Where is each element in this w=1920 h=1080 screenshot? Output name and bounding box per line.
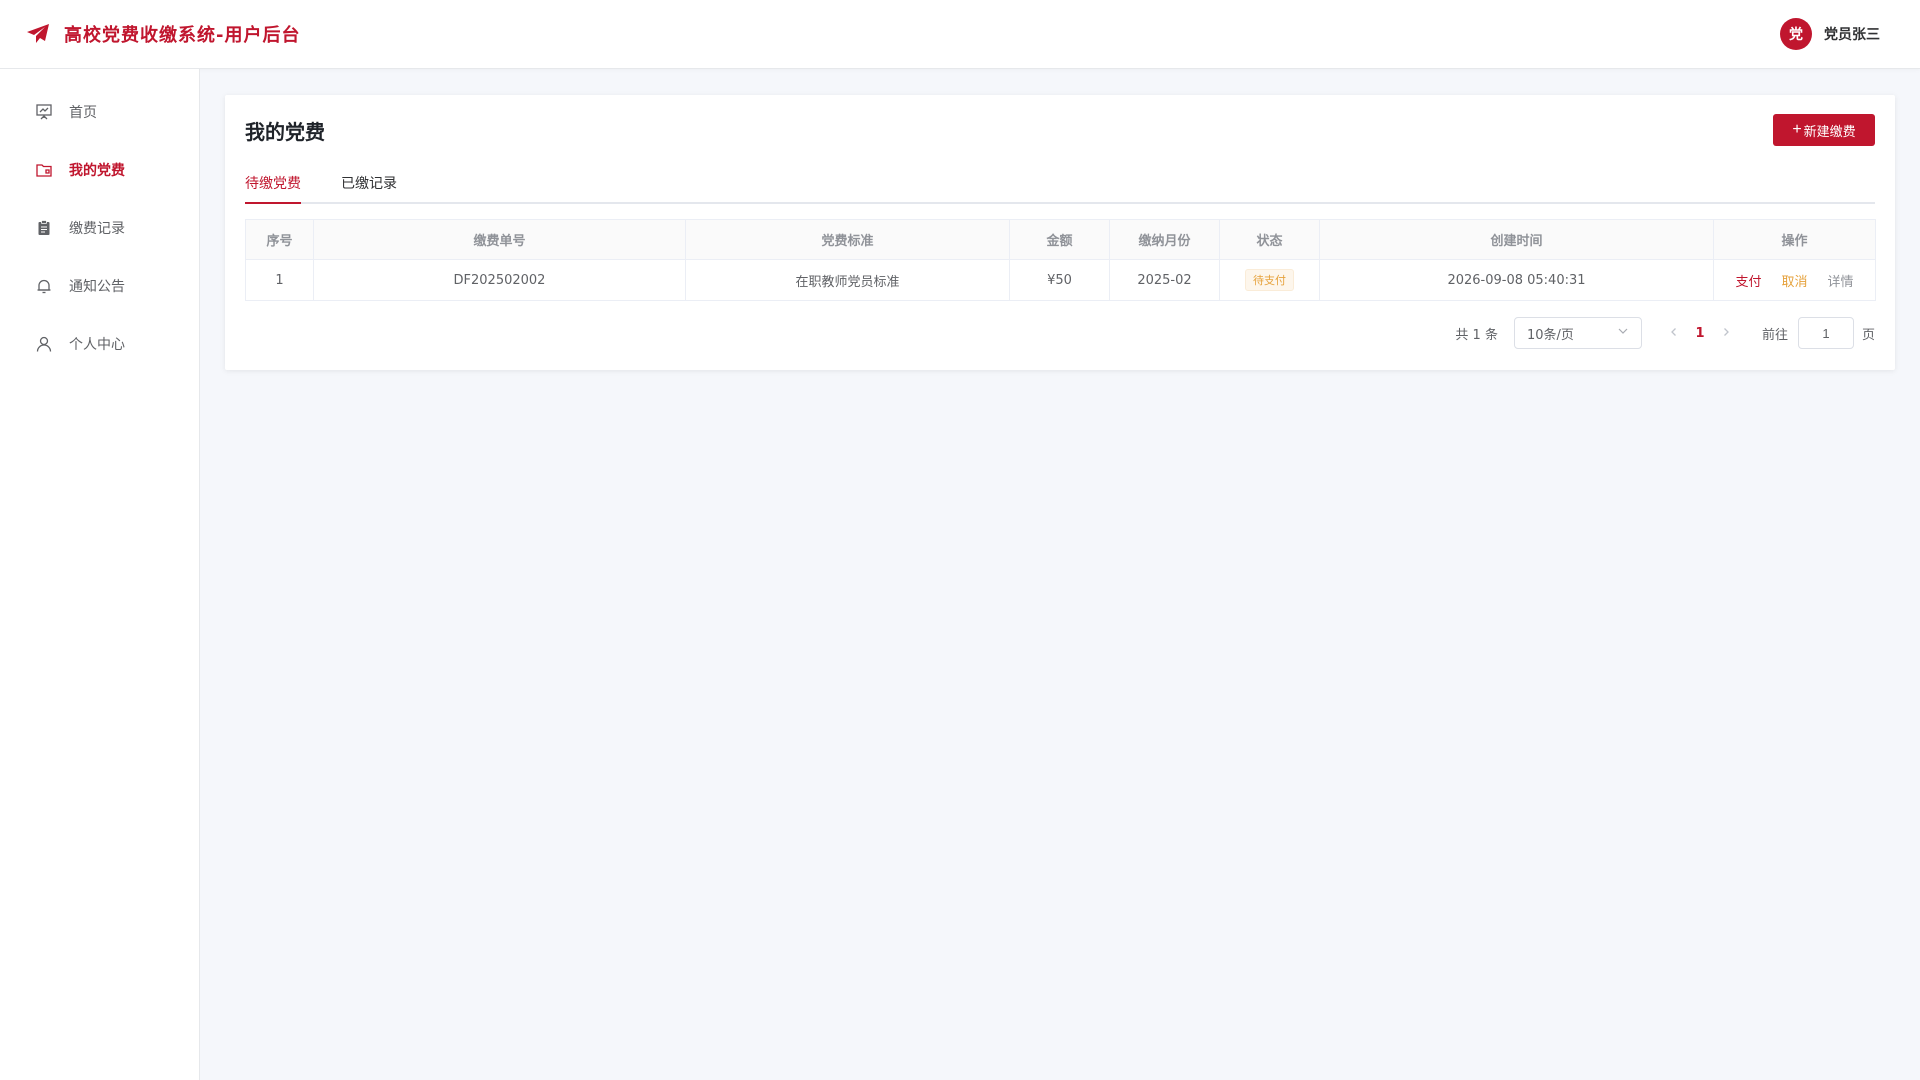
sidebar-item-notices[interactable]: 通知公告	[0, 257, 199, 315]
page-size-value: 10条/页	[1526, 327, 1574, 343]
pay-link[interactable]: 支付	[1735, 275, 1761, 290]
sidebar: 首页 我的党费 缴费记录 通知公告 个人中心	[0, 69, 200, 1080]
folder-icon	[35, 161, 53, 179]
goto-unit: 页	[1861, 327, 1875, 343]
goto-page-input[interactable]	[1797, 317, 1854, 349]
app-title: 高校党费收缴系统-用户后台	[64, 25, 301, 46]
cell-created: 2026-09-08 05:40:31	[1319, 259, 1714, 301]
sidebar-item-home[interactable]: 首页	[0, 83, 199, 141]
clipboard-icon	[35, 219, 53, 237]
page-number-current[interactable]: 1	[1684, 326, 1716, 341]
column-header-month: 缴纳月份	[1109, 219, 1220, 260]
tab-pending-fees[interactable]: 待缴党费	[245, 173, 301, 204]
detail-link[interactable]: 详情	[1828, 275, 1854, 290]
tab-paid-records[interactable]: 已缴记录	[341, 173, 397, 202]
paper-plane-icon	[26, 22, 50, 46]
card-header: 我的党费 + 新建缴费	[245, 95, 1875, 165]
brand: 高校党费收缴系统-用户后台	[26, 21, 300, 47]
page-size-select[interactable]: 10条/页	[1513, 317, 1642, 349]
pagination: 共 1 条 10条/页 1 前往 页	[1455, 317, 1875, 349]
sidebar-item-label: 缴费记录	[69, 221, 125, 237]
cell-actions: 支付 取消 详情	[1713, 259, 1876, 301]
cancel-link[interactable]: 取消	[1781, 275, 1807, 290]
sidebar-item-profile[interactable]: 个人中心	[0, 315, 199, 373]
column-header-index: 序号	[245, 219, 314, 260]
cell-status: 待支付	[1219, 259, 1320, 301]
sidebar-item-label: 我的党费	[69, 163, 125, 179]
column-header-actions: 操作	[1713, 219, 1876, 260]
prev-page-button[interactable]	[1664, 325, 1684, 341]
cell-order-no: DF202502002	[313, 259, 686, 301]
new-payment-button[interactable]: + 新建缴费	[1773, 114, 1875, 146]
column-header-status: 状态	[1219, 219, 1320, 260]
sidebar-item-payment-records[interactable]: 缴费记录	[0, 199, 199, 257]
presentation-board-icon	[35, 103, 53, 121]
table-header-row: 序号 缴费单号 党费标准 金额 缴纳月份 状态 创建时间 操作	[245, 219, 1876, 260]
column-header-order-no: 缴费单号	[313, 219, 686, 260]
page-title: 我的党费	[245, 119, 325, 144]
cell-month: 2025-02	[1109, 259, 1220, 301]
sidebar-item-label: 个人中心	[69, 337, 125, 353]
column-header-created: 创建时间	[1319, 219, 1714, 260]
sidebar-item-label: 首页	[69, 105, 97, 121]
new-payment-label: 新建缴费	[1803, 123, 1856, 139]
total-count: 共 1 条	[1455, 327, 1498, 343]
sidebar-item-label: 通知公告	[69, 279, 125, 295]
cell-amount: ¥50	[1009, 259, 1110, 301]
fees-card: 我的党费 + 新建缴费 待缴党费 已缴记录 序号 缴费单号 党费标准 金额 缴纳…	[225, 95, 1895, 370]
plus-icon: +	[1792, 120, 1802, 138]
username[interactable]: 党员张三	[1824, 24, 1880, 44]
next-page-button[interactable]	[1716, 325, 1736, 341]
top-header: 高校党费收缴系统-用户后台 党 党员张三	[0, 0, 1920, 69]
cell-standard: 在职教师党员标准	[685, 259, 1010, 301]
fees-table: 序号 缴费单号 党费标准 金额 缴纳月份 状态 创建时间 操作 1 DF2025…	[245, 219, 1876, 301]
status-badge: 待支付	[1245, 269, 1294, 291]
column-header-amount: 金额	[1009, 219, 1110, 260]
bell-icon	[35, 277, 53, 295]
cell-index: 1	[245, 259, 314, 301]
table-row: 1 DF202502002 在职教师党员标准 ¥50 2025-02 待支付 2…	[245, 259, 1876, 301]
user-icon	[35, 335, 53, 353]
user-menu[interactable]: 党 党员张三	[1780, 18, 1880, 50]
avatar[interactable]: 党	[1780, 18, 1812, 50]
chevron-right-icon	[1724, 328, 1729, 336]
sidebar-item-my-fees[interactable]: 我的党费	[0, 141, 199, 199]
chevron-down-icon	[1617, 325, 1629, 341]
goto-label: 前往	[1761, 327, 1788, 343]
column-header-standard: 党费标准	[685, 219, 1010, 260]
tab-bar: 待缴党费 已缴记录	[245, 165, 1875, 204]
chevron-left-icon	[1671, 328, 1676, 336]
